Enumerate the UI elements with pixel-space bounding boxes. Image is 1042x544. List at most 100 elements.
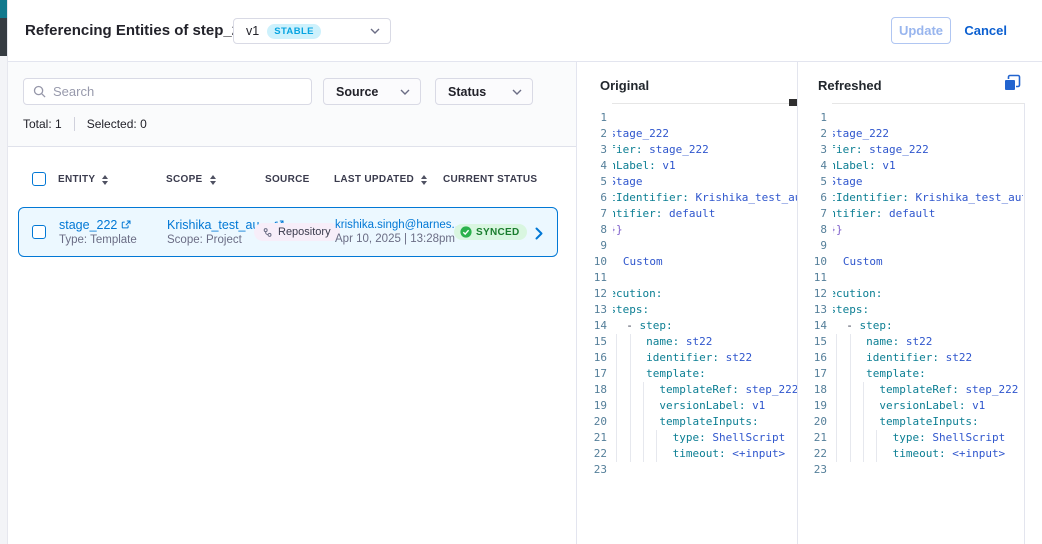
search-box[interactable] <box>23 78 312 105</box>
indent-guide <box>863 382 864 398</box>
line-number: 8 <box>577 222 607 238</box>
indent-guide <box>616 446 617 462</box>
line-number: 3 <box>577 142 607 158</box>
indent-guide <box>850 382 851 398</box>
referencing-entities-dialog: Referencing Entities of step_222 v1 STAB… <box>0 0 1042 544</box>
table-row[interactable]: stage_222 Type: Template Krishika_test_a… <box>18 207 558 257</box>
sort-icon[interactable] <box>421 175 427 185</box>
indent-guide <box>850 366 851 382</box>
last-updated-cell: krishika.singh@harnes... Apr 10, 2025 | … <box>335 208 461 256</box>
sort-icon[interactable] <box>210 175 216 185</box>
indent-guide <box>630 334 631 350</box>
line-number: 8 <box>797 222 827 238</box>
code-line: 13steps: <box>577 302 797 318</box>
code-line: 11 <box>577 270 797 286</box>
search-input[interactable] <box>53 84 303 99</box>
sort-icon[interactable] <box>102 175 108 185</box>
column-header-scope: SCOPE <box>166 174 216 185</box>
indent-guide <box>863 430 864 446</box>
indent-guide <box>836 350 837 366</box>
line-number: 23 <box>797 462 827 478</box>
table-header: ENTITY SCOPE SOURCE LAST UPDATED CURRENT… <box>8 170 576 196</box>
indent-guide <box>630 366 631 382</box>
result-counts: Total: 1 Selected: 0 <box>23 117 147 131</box>
line-number: 16 <box>797 350 827 366</box>
line-number: 10 <box>577 254 607 270</box>
line-number: 13 <box>577 302 607 318</box>
indent-guide <box>850 446 851 462</box>
indent-guide <box>616 430 617 446</box>
indent-guide <box>630 398 631 414</box>
code-line: 1 <box>577 110 797 126</box>
original-code-pane[interactable]: 12stage_2223fier: stage_2224nLabel: v15S… <box>577 103 797 544</box>
refreshed-code-pane[interactable]: 12stage_2223fier: stage_2224nLabel: v15S… <box>797 103 1042 544</box>
indent-guide <box>850 398 851 414</box>
line-number: 9 <box>577 238 607 254</box>
updated-by-link[interactable]: krishika.singh@harnes... <box>335 219 461 231</box>
code-line: 5Stage <box>577 174 797 190</box>
code-line: 22timeout: <+input> <box>797 446 1023 462</box>
code-line: 20templateInputs: <box>797 414 1023 430</box>
external-link-icon[interactable] <box>121 220 131 230</box>
page-edge-teal <box>0 0 7 18</box>
code-line: 16identifier: st22 <box>577 350 797 366</box>
column-header-source: SOURCE <box>265 174 310 185</box>
indent-guide <box>836 430 837 446</box>
line-number: 21 <box>797 430 827 446</box>
status-filter-dropdown[interactable]: Status <box>435 78 533 105</box>
line-number: 17 <box>577 366 607 382</box>
indent-guide <box>630 414 631 430</box>
code-line: 2stage_222 <box>577 126 797 142</box>
line-number: 1 <box>577 110 607 126</box>
code-line: 16identifier: st22 <box>797 350 1023 366</box>
line-number: 5 <box>577 174 607 190</box>
cancel-button[interactable]: Cancel <box>964 23 1007 38</box>
search-icon <box>33 85 46 98</box>
update-button[interactable]: Update <box>891 17 951 44</box>
total-count: Total: 1 <box>23 117 62 131</box>
line-number: 12 <box>797 286 827 302</box>
column-header-last-updated: LAST UPDATED <box>334 174 427 185</box>
line-number: 23 <box>577 462 607 478</box>
code-line: 19versionLabel: v1 <box>797 398 1023 414</box>
chevron-down-icon <box>370 28 380 34</box>
line-number: 16 <box>577 350 607 366</box>
code-line: 1 <box>797 110 1023 126</box>
line-number: 14 <box>797 318 827 334</box>
code-line: 11 <box>797 270 1023 286</box>
indent-guide <box>643 430 644 446</box>
code-line: 15name: st22 <box>797 334 1023 350</box>
row-checkbox[interactable] <box>32 225 46 239</box>
indent-guide <box>630 430 631 446</box>
horizontal-scrollbar-thumb[interactable] <box>789 99 797 106</box>
code-line: 4nLabel: v1 <box>797 158 1023 174</box>
line-number: 20 <box>797 414 827 430</box>
line-number: 12 <box>577 286 607 302</box>
refreshed-code: 12stage_2223fier: stage_2224nLabel: v15S… <box>797 103 1023 478</box>
refreshed-pane-title: Refreshed <box>818 78 882 93</box>
line-number: 9 <box>797 238 827 254</box>
indent-guide <box>836 398 837 414</box>
page-edge <box>0 0 7 544</box>
select-all-checkbox[interactable] <box>32 172 46 186</box>
code-line: 3fier: stage_222 <box>797 142 1023 158</box>
chevron-down-icon <box>512 89 522 95</box>
line-number: 11 <box>797 270 827 286</box>
code-line: 21type: ShellScript <box>797 430 1023 446</box>
version-select[interactable]: v1 STABLE <box>233 18 391 44</box>
chevron-down-icon <box>400 89 410 95</box>
indent-guide <box>876 446 877 462</box>
line-number: 10 <box>797 254 827 270</box>
code-line: 21type: ShellScript <box>577 430 797 446</box>
indent-guide <box>616 366 617 382</box>
indent-guide <box>616 382 617 398</box>
source-filter-dropdown[interactable]: Source <box>323 78 421 105</box>
chevron-right-icon[interactable] <box>535 227 544 240</box>
page-edge-dark <box>0 18 7 56</box>
code-line: 6tIdentifier: Krishika_test_aut <box>797 190 1023 206</box>
line-number: 11 <box>577 270 607 286</box>
code-line: 14- step: <box>797 318 1023 334</box>
indent-guide <box>630 382 631 398</box>
entity-name-link[interactable]: stage_222 <box>59 218 117 232</box>
copy-icon[interactable] <box>1003 74 1021 97</box>
